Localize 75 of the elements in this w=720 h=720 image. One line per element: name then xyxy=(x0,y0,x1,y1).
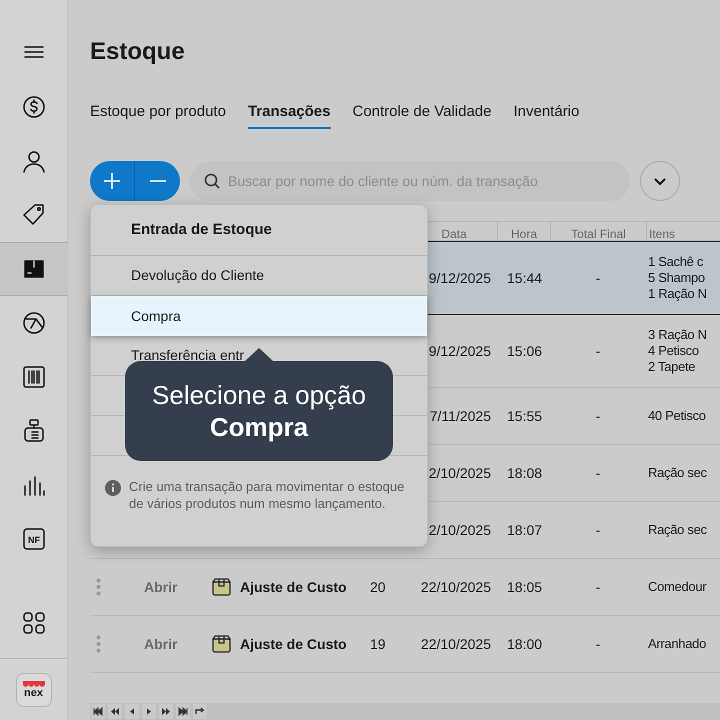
column-header: Hora xyxy=(510,227,537,241)
menu-title: Entrada de Estoque xyxy=(91,205,427,256)
transaction-type: Ajuste de Custo xyxy=(240,578,347,597)
info-note: Crie uma transação para movimentar o estoque de vários produtos num mesmo lançamento. xyxy=(129,478,406,512)
transaction-type: Ajuste de Custo xyxy=(240,634,347,654)
table-cell: 9/12/2025 xyxy=(428,270,491,286)
box-icon xyxy=(212,635,231,653)
item-line: 4 Petisco xyxy=(648,343,699,359)
page-title: Estoque xyxy=(90,37,185,67)
table-cell: 2/10/2025 xyxy=(428,522,491,538)
table-cell: 18:05 xyxy=(507,578,542,594)
table-cell: 2/10/2025 xyxy=(428,464,491,480)
info-icon xyxy=(105,480,121,496)
item-line: 1 Ração N xyxy=(648,286,707,302)
box-icon xyxy=(212,578,231,596)
item-line: 2 Tapete xyxy=(648,359,696,375)
table-cell: 22/10/2025 xyxy=(420,578,491,594)
item-line: Ração sec xyxy=(648,465,707,481)
item-line: 3 Ração N xyxy=(648,327,707,343)
next-icon[interactable] xyxy=(142,704,156,719)
chevron-down-icon xyxy=(653,176,667,186)
tab[interactable]: Transações xyxy=(248,102,330,129)
tab[interactable]: Inventário xyxy=(513,102,580,129)
table-cell: 15:06 xyxy=(507,342,542,358)
tooltip-text: Selecione a opção Compra xyxy=(151,379,367,443)
item-line: 40 Petisco xyxy=(648,408,706,424)
sidebar-item[interactable]: NF xyxy=(0,512,68,566)
table-cell: - xyxy=(596,464,600,480)
table-cell: 15:44 xyxy=(507,270,542,286)
dollar-coin-icon xyxy=(22,95,46,119)
fast-forward-icon[interactable] xyxy=(159,704,173,719)
apps-icon xyxy=(22,611,46,635)
table-cell: - xyxy=(596,408,600,424)
table-cell: 18:00 xyxy=(507,636,542,652)
tab[interactable]: Controle de Validade xyxy=(352,102,492,129)
logo-text: nex xyxy=(24,686,43,698)
tab[interactable]: Estoque por produto xyxy=(90,102,226,129)
table-cell: - xyxy=(596,636,600,652)
table-cell: 22/10/2025 xyxy=(420,636,491,652)
pie-chart-icon xyxy=(22,311,46,335)
barcode-icon xyxy=(22,365,46,389)
plus-icon xyxy=(102,171,122,191)
table-cell: 20 xyxy=(370,578,386,594)
minus-icon xyxy=(150,180,166,182)
table-cell: 18:08 xyxy=(507,464,542,480)
item-line: Arranhado xyxy=(648,636,706,652)
cash-register-icon xyxy=(22,419,46,443)
item-line: 5 Shampo xyxy=(648,270,705,286)
table-cell: 9/12/2025 xyxy=(428,342,491,358)
table-cell: 15:55 xyxy=(507,408,542,424)
table-cell: - xyxy=(596,578,600,594)
column-header: Data xyxy=(441,227,467,241)
rewind-icon[interactable] xyxy=(108,704,122,719)
column-header: Itens xyxy=(649,227,676,241)
table-cell: 19 xyxy=(370,636,386,652)
table-cell: 18:07 xyxy=(507,522,542,538)
menu-item[interactable]: Compra xyxy=(91,296,427,336)
search-icon xyxy=(204,173,220,189)
item-line: Comedour xyxy=(648,579,706,595)
logo[interactable]: nex xyxy=(16,672,52,706)
previous-icon[interactable] xyxy=(125,704,139,719)
table-cell: - xyxy=(596,342,600,358)
first-page-icon[interactable] xyxy=(91,704,105,719)
column-header: Total Final xyxy=(571,227,626,241)
invoice-icon: NF xyxy=(22,527,46,551)
tag-icon xyxy=(22,203,46,227)
last-page-icon[interactable] xyxy=(176,704,190,719)
item-line: Ração sec xyxy=(648,522,707,538)
table-cell: - xyxy=(596,270,600,286)
user-icon xyxy=(22,149,46,173)
table-cell: - xyxy=(596,522,600,538)
awning-icon xyxy=(22,680,44,686)
item-line: 1 Sachê c xyxy=(648,254,704,270)
sidebar-item[interactable] xyxy=(0,242,68,296)
table-cell: 7/11/2025 xyxy=(430,408,491,424)
